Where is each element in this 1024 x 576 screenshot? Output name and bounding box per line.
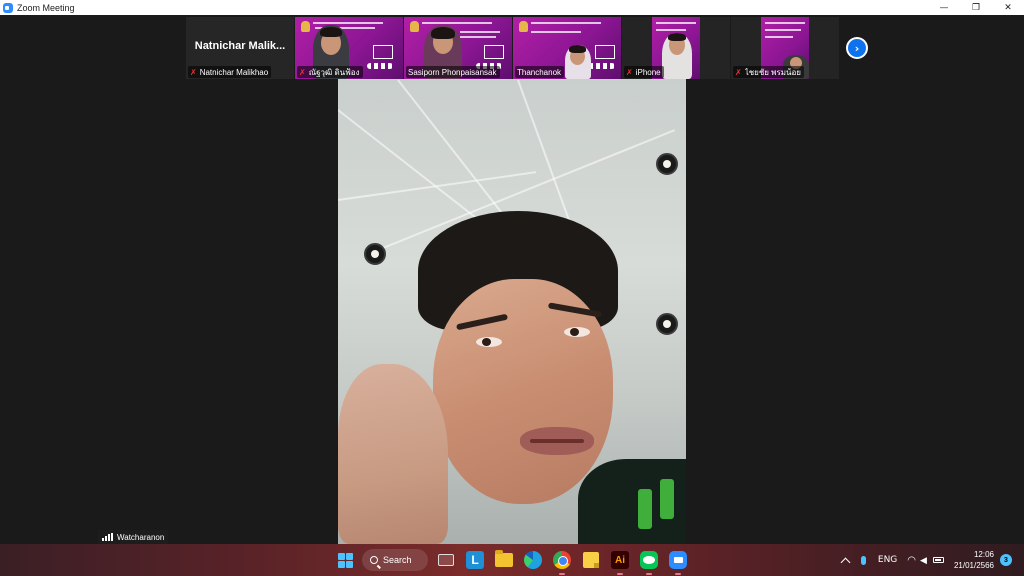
zoom-window: Zoom Meeting — ❐ ✕ Natnichar Malik... ✗ … <box>0 0 1024 544</box>
participant-name: Natnichar Malikhao <box>199 67 269 77</box>
participant-label: ✗ ไชยชัย พรมน้อย <box>733 66 804 78</box>
line-button[interactable] <box>637 548 661 575</box>
participant-tile[interactable]: Thanchanok <box>513 17 621 79</box>
close-button[interactable]: ✕ <box>992 0 1024 15</box>
participant-label: Sasiporn Phonpaisansak <box>406 66 500 78</box>
windows-taskbar: Search L Ai ENG ◠ ◀ 12:06 21/01/2566 3 <box>0 544 1024 576</box>
taskbar-search[interactable]: Search <box>362 549 428 571</box>
sticky-notes-button[interactable] <box>579 548 603 572</box>
task-view-button[interactable] <box>434 548 458 572</box>
participant-name: ไชยชัย พรมน้อย <box>744 67 801 77</box>
participant-name: Sasiporn Phonpaisansak <box>408 67 497 77</box>
taskbar-apps: Search L Ai <box>333 548 695 575</box>
zoom-camera-icon <box>669 551 687 569</box>
whiteboard-icon <box>484 45 504 59</box>
active-speaker-video[interactable] <box>338 79 686 544</box>
connection-signal-icon <box>102 533 114 541</box>
clock-date: 21/01/2566 <box>953 561 994 570</box>
clock[interactable]: 12:06 21/01/2566 <box>954 549 994 571</box>
search-label: Search <box>383 555 412 565</box>
wifi-icon[interactable]: ◠ <box>907 555 916 566</box>
start-button[interactable] <box>333 548 357 572</box>
participant-tile[interactable]: ✗ ไชยชัย พรมน้อย <box>731 17 839 79</box>
speaker-hand <box>338 364 448 544</box>
ceiling-lamp <box>656 153 678 175</box>
whiteboard-icon <box>373 45 393 59</box>
illustrator-icon: Ai <box>611 551 629 569</box>
participant-display-name: Natnichar Malik... <box>194 40 286 52</box>
notification-badge[interactable]: 3 <box>1000 554 1012 566</box>
line-chat-icon <box>640 551 658 569</box>
participant-name: ณัฐวุฒิ ดินฟ้อง <box>308 67 360 77</box>
participant-tile[interactable]: Sasiporn Phonpaisansak <box>404 17 512 79</box>
search-icon <box>370 556 378 564</box>
folder-icon <box>495 550 513 567</box>
illustrator-button[interactable]: Ai <box>608 548 632 575</box>
participant-label: ✗ ณัฐวุฒิ ดินฟ้อง <box>297 66 363 78</box>
participant-label: ✗ Natnichar Malikhao <box>188 66 272 78</box>
chrome-icon <box>553 551 571 569</box>
whiteboard-icon <box>595 45 615 59</box>
battery-icon[interactable] <box>932 557 944 563</box>
participant-tile[interactable]: ✗ ณัฐวุฒิ ดินฟ้อง <box>295 17 403 79</box>
participant-name: Thanchanok <box>517 67 562 77</box>
speaker-name: Watcharanon <box>117 532 165 542</box>
input-language[interactable]: ENG <box>878 555 897 565</box>
clock-time: 12:06 <box>973 550 994 559</box>
gallery-strip: Natnichar Malik... ✗ Natnichar Malikhao … <box>186 17 840 79</box>
participant-tile[interactable]: Natnichar Malik... ✗ Natnichar Malikhao <box>186 17 294 79</box>
mic-muted-icon: ✗ <box>190 67 197 77</box>
participant-label: Thanchanok <box>515 66 565 78</box>
restore-button[interactable]: ❐ <box>960 0 992 15</box>
zoom-app-icon <box>3 2 13 13</box>
ceiling-lamp <box>364 243 386 265</box>
seal-icon <box>410 21 419 32</box>
microphone-in-use-icon[interactable] <box>860 555 866 565</box>
windows-logo-icon <box>337 552 353 568</box>
edge-button[interactable] <box>521 548 545 572</box>
speaker-name-tag: Watcharanon <box>98 530 169 544</box>
participant-tile[interactable]: ✗ iPhone <box>622 17 730 79</box>
speaker-mouth <box>520 427 594 455</box>
participant-video <box>662 33 692 79</box>
show-hidden-icons-chevron-icon[interactable] <box>840 557 851 567</box>
participant-video <box>565 45 591 79</box>
participant-label: ✗ iPhone <box>624 66 664 78</box>
file-explorer-button[interactable] <box>492 548 516 572</box>
zoom-button[interactable] <box>666 548 690 575</box>
task-view-icon <box>438 554 454 566</box>
next-page-button[interactable]: › <box>846 37 868 59</box>
chevron-right-icon: › <box>848 39 866 57</box>
title-bar[interactable]: Zoom Meeting — ❐ ✕ <box>0 0 1024 15</box>
minimize-button[interactable]: — <box>928 0 960 15</box>
participant-name: iPhone <box>635 67 661 77</box>
mic-muted-icon: ✗ <box>626 67 633 77</box>
mic-muted-icon: ✗ <box>735 67 742 77</box>
window-controls: — ❐ ✕ <box>928 0 1024 15</box>
speaker-icon[interactable]: ◀ <box>920 555 927 566</box>
window-title: Zoom Meeting <box>17 2 75 13</box>
mic-muted-icon: ✗ <box>299 67 306 77</box>
edge-icon <box>524 551 542 569</box>
seal-icon <box>519 21 528 32</box>
ceiling-lamp <box>656 313 678 335</box>
speaker-shirt <box>578 459 686 544</box>
seal-icon <box>301 21 310 32</box>
chrome-button[interactable] <box>550 548 574 575</box>
sticky-notes-icon <box>583 552 599 568</box>
l-app-icon: L <box>466 551 484 569</box>
l-app-button[interactable]: L <box>463 548 487 572</box>
system-tray: ENG ◠ ◀ 12:06 21/01/2566 3 <box>840 544 1024 576</box>
